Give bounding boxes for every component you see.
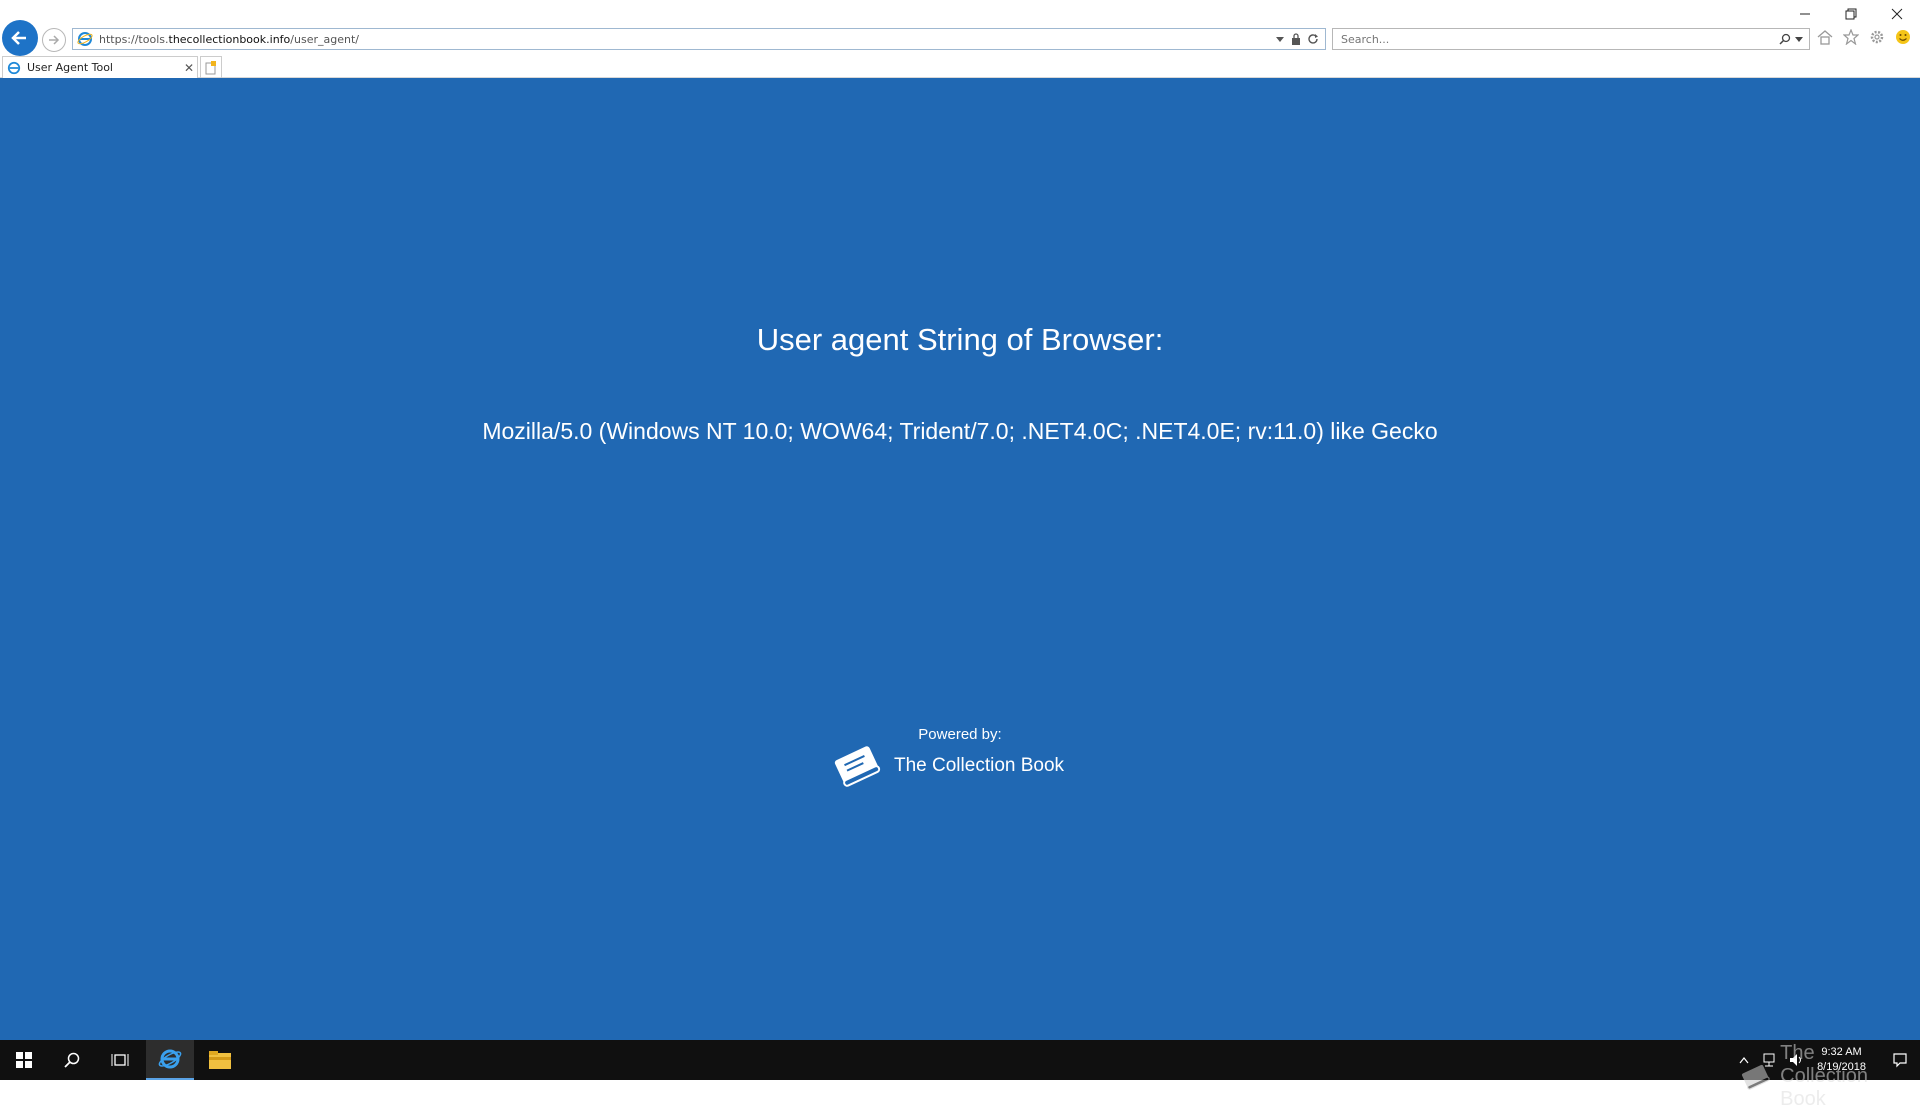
- address-bar-icons: [1275, 33, 1325, 45]
- smiley-icon: [1896, 30, 1910, 44]
- close-icon: [1891, 8, 1903, 20]
- page-content: User agent String of Browser: Mozilla/5.…: [0, 78, 1920, 1040]
- system-tray: The Collection Book 9:32 AM 8/19/2018: [1739, 1040, 1920, 1110]
- ie-logo-icon: [7, 61, 21, 74]
- arrow-left-icon: [11, 31, 26, 45]
- tab-label: User Agent Tool: [27, 61, 113, 74]
- task-view-button[interactable]: [96, 1040, 144, 1080]
- settings-button[interactable]: [1868, 28, 1886, 46]
- brand-link[interactable]: The Collection Book: [830, 742, 1064, 790]
- taskbar-ie-button[interactable]: [146, 1040, 194, 1080]
- url-path: /user_agent/: [290, 32, 359, 46]
- user-agent-string: Mozilla/5.0 (Windows NT 10.0; WOW64; Tri…: [482, 418, 1438, 444]
- notification-icon: [1893, 1053, 1907, 1068]
- home-icon: [1817, 30, 1833, 45]
- window-controls: [1782, 0, 1920, 28]
- chevron-down-icon[interactable]: [1795, 35, 1803, 43]
- search-icon: [64, 1052, 80, 1068]
- restore-icon: [1845, 8, 1857, 20]
- forward-button[interactable]: [42, 28, 66, 52]
- folder-icon: [209, 1051, 231, 1069]
- new-tab-icon: [205, 60, 216, 74]
- close-window-button[interactable]: [1874, 0, 1920, 28]
- task-view-icon: [111, 1054, 129, 1066]
- windows-icon: [16, 1052, 32, 1068]
- book-icon: [1742, 1064, 1770, 1090]
- arrow-right-icon: [49, 35, 60, 45]
- tab-user-agent-tool[interactable]: User Agent Tool ✕: [2, 56, 198, 78]
- restore-button[interactable]: [1828, 0, 1874, 28]
- watermark-text: The Collection Book: [1780, 1042, 1868, 1110]
- ie-logo-icon: [77, 32, 93, 46]
- url-text: https://tools.thecollectionbook.info/use…: [99, 33, 1275, 46]
- url-prefix: https://tools.: [99, 32, 169, 46]
- book-icon: [834, 746, 881, 787]
- browser-chrome: https://tools.thecollectionbook.info/use…: [0, 0, 1920, 78]
- star-icon: [1843, 29, 1859, 45]
- minimize-button[interactable]: [1782, 0, 1828, 28]
- powered-by-label: Powered by:: [918, 726, 1002, 743]
- lock-icon[interactable]: [1291, 33, 1301, 45]
- favorites-button[interactable]: [1842, 28, 1860, 46]
- brand-name: The Collection Book: [894, 755, 1065, 776]
- watermark: The Collection Book: [1739, 1042, 1894, 1111]
- home-button[interactable]: [1816, 28, 1834, 46]
- page-heading: User agent String of Browser:: [756, 322, 1164, 357]
- gear-icon: [1870, 30, 1884, 44]
- taskbar: The Collection Book 9:32 AM 8/19/2018: [0, 1040, 1920, 1110]
- ie-logo-icon: [158, 1049, 182, 1069]
- url-host: thecollectionbook.info: [168, 32, 291, 46]
- minimize-icon: [1800, 13, 1810, 15]
- taskbar-search-button[interactable]: [48, 1040, 96, 1080]
- address-bar[interactable]: https://tools.thecollectionbook.info/use…: [72, 28, 1326, 50]
- search-input[interactable]: [1339, 31, 1779, 47]
- toolbar-icons: [1816, 28, 1912, 46]
- new-tab-button[interactable]: [200, 56, 222, 78]
- feedback-button[interactable]: [1894, 28, 1912, 46]
- refresh-icon[interactable]: [1307, 33, 1319, 45]
- back-button[interactable]: [2, 20, 38, 56]
- tab-close-button[interactable]: ✕: [181, 61, 197, 75]
- dropdown-icon[interactable]: [1275, 34, 1285, 44]
- start-button[interactable]: [0, 1040, 48, 1080]
- search-box[interactable]: [1332, 28, 1810, 50]
- search-icon[interactable]: [1779, 33, 1791, 45]
- taskbar-file-explorer-button[interactable]: [196, 1040, 244, 1080]
